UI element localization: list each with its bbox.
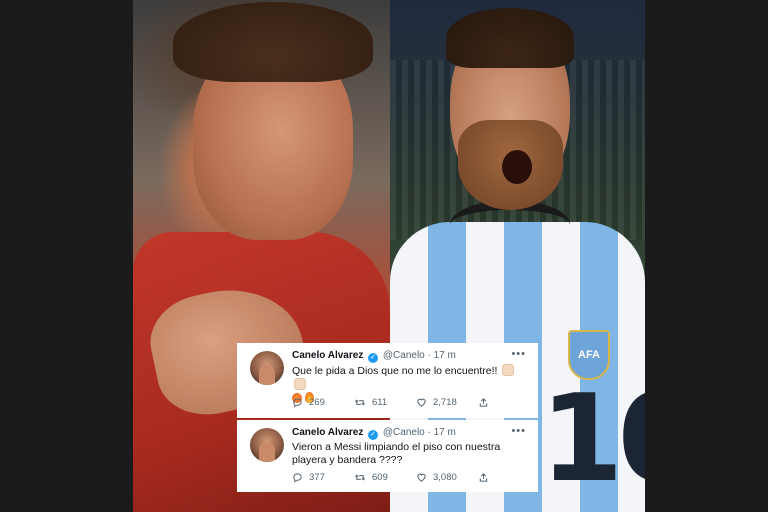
share-button[interactable]: [478, 397, 498, 408]
tweet-card[interactable]: Canelo Alvarez ✓ @Canelo · 17 m ••• Que …: [237, 343, 538, 418]
reply-button[interactable]: 377: [292, 472, 354, 483]
tweet-header: Canelo Alvarez ✓ @Canelo · 17 m: [292, 427, 456, 440]
like-button[interactable]: 2,718: [416, 397, 478, 408]
clap-hand-emoji-icon: [294, 378, 306, 390]
more-options-icon[interactable]: •••: [511, 348, 526, 360]
reply-count: 377: [309, 472, 325, 483]
more-options-icon[interactable]: •••: [511, 425, 526, 437]
retweet-icon: [355, 399, 365, 406]
tweet-text: Vieron a Messi limpiando el piso con nue…: [292, 441, 501, 466]
retweet-button[interactable]: 611: [354, 397, 416, 408]
like-count: 3,080: [433, 472, 457, 483]
retweet-button[interactable]: 609: [354, 472, 416, 483]
left-border: [0, 0, 133, 512]
tweet-header: Canelo Alvarez ✓ @Canelo · 17 m: [292, 350, 456, 363]
tweet-text-body: Que le pida a Dios que no me lo encuentr…: [292, 365, 498, 377]
share-icon: [479, 398, 488, 407]
retweet-icon: [355, 474, 365, 481]
avatar[interactable]: [250, 428, 284, 462]
author-handle[interactable]: @Canelo: [383, 350, 425, 361]
retweet-count: 611: [372, 397, 388, 408]
author-handle[interactable]: @Canelo: [383, 427, 425, 438]
player-hair: [446, 8, 574, 68]
retweet-count: 609: [372, 472, 388, 483]
tweet-actions: 377 609 3,080: [292, 472, 498, 483]
like-button[interactable]: 3,080: [416, 472, 478, 483]
author-name[interactable]: Canelo Alvarez: [292, 350, 363, 361]
avatar[interactable]: [250, 351, 284, 385]
verified-badge-icon: ✓: [368, 430, 379, 440]
right-border: [645, 0, 768, 512]
boxer-hair: [173, 2, 373, 82]
reply-button[interactable]: 269: [292, 397, 354, 408]
jersey-number: 10: [540, 370, 645, 509]
player-mouth: [502, 150, 532, 184]
clap-hand-emoji-icon: [502, 364, 515, 376]
reply-icon: [293, 398, 302, 408]
tweet-time[interactable]: · 17 m: [428, 350, 456, 361]
reply-icon: [293, 473, 302, 483]
reply-count: 269: [309, 397, 325, 408]
share-icon: [479, 473, 488, 482]
tweet-card[interactable]: Canelo Alvarez ✓ @Canelo · 17 m ••• Vier…: [237, 420, 538, 492]
share-button[interactable]: [478, 472, 498, 483]
author-name[interactable]: Canelo Alvarez: [292, 427, 363, 438]
heart-icon: [417, 473, 426, 482]
like-count: 2,718: [433, 397, 457, 408]
verified-badge-icon: ✓: [368, 353, 379, 363]
tweet-time[interactable]: · 17 m: [428, 427, 456, 438]
heart-icon: [417, 398, 426, 407]
tweet-actions: 269 611 2,718: [292, 397, 498, 408]
